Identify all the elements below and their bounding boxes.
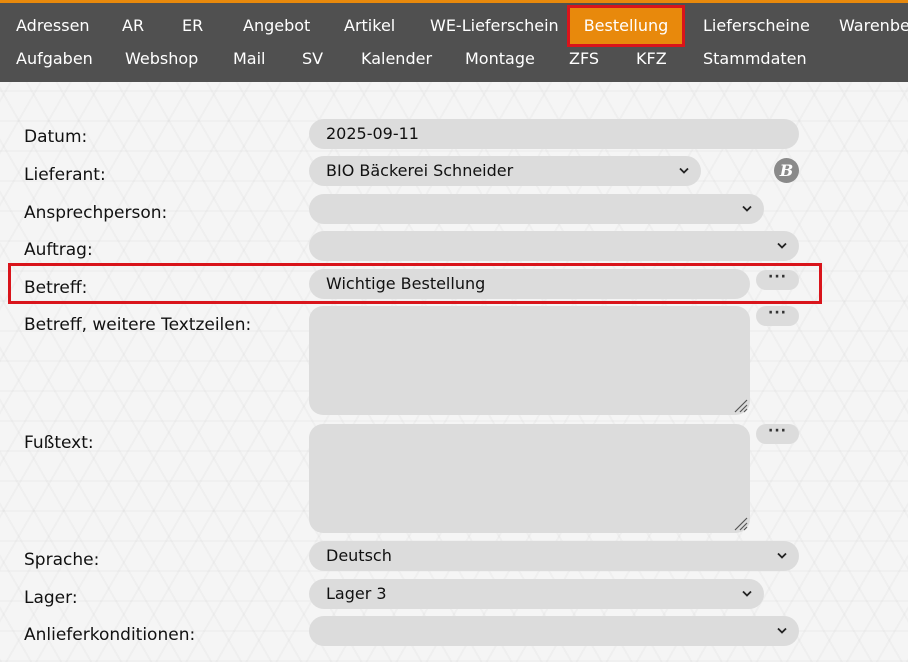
nav-item-angebot[interactable]: Angebot xyxy=(243,8,310,44)
fusstext-label: Fußtext: xyxy=(24,433,94,453)
nav-item-webshop[interactable]: Webshop xyxy=(125,41,198,77)
lager-value: Lager 3 xyxy=(326,584,387,603)
lieferant-select[interactable]: BIO Bäckerei Schneider xyxy=(309,156,701,186)
order-form: Datum: 2025-09-11 Lieferant: BIO Bäckere… xyxy=(0,82,908,662)
nav-item-mail[interactable]: Mail xyxy=(233,41,266,77)
nav-item-sv[interactable]: SV xyxy=(302,41,323,77)
auftrag-label: Auftrag: xyxy=(24,240,93,260)
chevron-down-icon xyxy=(679,156,689,186)
chevron-down-icon xyxy=(777,616,787,646)
betreff-highlight-box xyxy=(8,263,822,304)
ansprechperson-select[interactable] xyxy=(309,194,764,224)
lager-label: Lager: xyxy=(24,588,78,608)
lieferant-info-icon[interactable]: B xyxy=(774,158,799,183)
nav-item-stammdaten[interactable]: Stammdaten xyxy=(703,41,807,77)
nav-item-zfs[interactable]: ZFS xyxy=(569,41,599,77)
datum-field[interactable]: 2025-09-11 xyxy=(309,119,799,149)
betreff-weitere-label: Betreff, weitere Textzeilen: xyxy=(24,315,252,335)
anlieferkonditionen-label: Anlieferkonditionen: xyxy=(24,625,196,645)
fusstext-more-button[interactable]: ··· xyxy=(756,424,799,444)
lieferant-value: BIO Bäckerei Schneider xyxy=(326,161,514,180)
nav-row-1: Adressen AR ER Angebot Artikel WE-Liefer… xyxy=(0,5,908,47)
chevron-down-icon xyxy=(742,194,752,224)
chevron-down-icon xyxy=(777,541,787,571)
nav-item-er[interactable]: ER xyxy=(182,8,203,44)
anlieferkonditionen-select[interactable] xyxy=(309,616,799,646)
nav-item-lieferscheine[interactable]: Lieferscheine xyxy=(703,8,810,44)
ansprechperson-label: Ansprechperson: xyxy=(24,203,168,223)
sprache-value: Deutsch xyxy=(326,546,392,565)
nav-row-2: Aufgaben Webshop Mail SV Kalender Montag… xyxy=(0,47,908,83)
nav-item-artikel[interactable]: Artikel xyxy=(344,8,395,44)
resize-handle-icon[interactable] xyxy=(732,515,748,531)
betreff-weitere-textarea[interactable] xyxy=(309,306,750,415)
betreff-weitere-more-button[interactable]: ··· xyxy=(756,306,799,326)
nav-item-warenbewegung[interactable]: Warenbew xyxy=(839,8,908,44)
nav-item-adressen[interactable]: Adressen xyxy=(16,8,90,44)
datum-label: Datum: xyxy=(24,127,88,147)
nav-item-aufgaben[interactable]: Aufgaben xyxy=(16,41,93,77)
resize-handle-icon[interactable] xyxy=(732,397,748,413)
nav-item-kalender[interactable]: Kalender xyxy=(361,41,432,77)
lieferant-label: Lieferant: xyxy=(24,165,106,185)
lager-select[interactable]: Lager 3 xyxy=(309,579,764,609)
nav-item-ar[interactable]: AR xyxy=(122,8,144,44)
chevron-down-icon xyxy=(777,231,787,261)
auftrag-select[interactable] xyxy=(309,231,799,261)
sprache-label: Sprache: xyxy=(24,550,100,570)
datum-value: 2025-09-11 xyxy=(326,124,419,143)
nav-item-kfz[interactable]: KFZ xyxy=(636,41,667,77)
sprache-select[interactable]: Deutsch xyxy=(309,541,799,571)
main-navigation: Adressen AR ER Angebot Artikel WE-Liefer… xyxy=(0,0,908,82)
nav-item-montage[interactable]: Montage xyxy=(465,41,535,77)
chevron-down-icon xyxy=(742,579,752,609)
nav-item-we-lieferschein[interactable]: WE-Lieferschein xyxy=(430,8,559,44)
fusstext-textarea[interactable] xyxy=(309,424,750,533)
